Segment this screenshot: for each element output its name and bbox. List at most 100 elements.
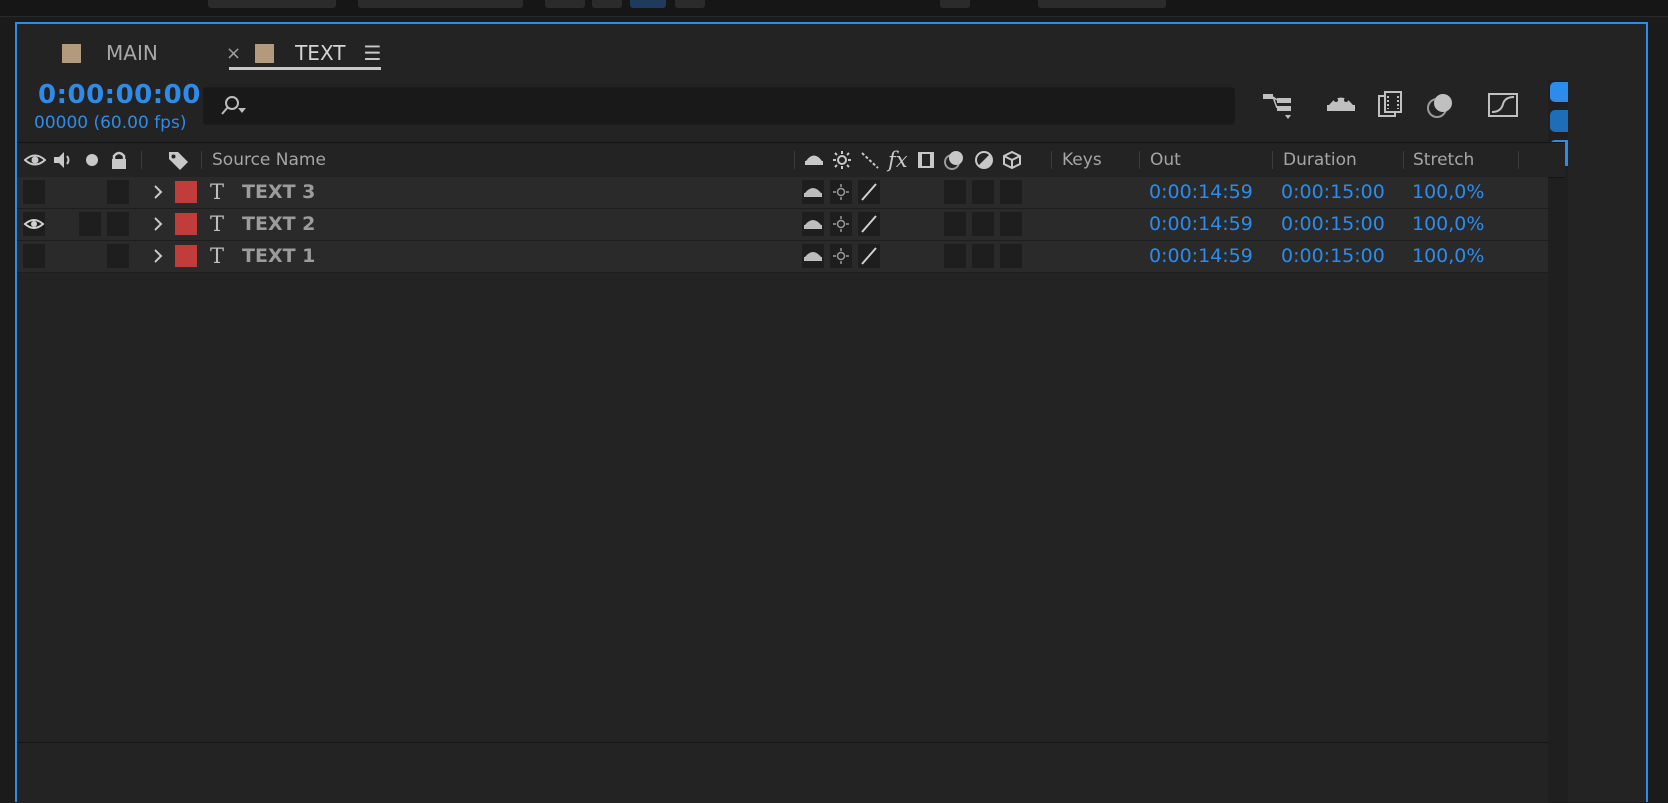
lock-toggle[interactable] (107, 212, 129, 236)
stretch-header[interactable]: Stretch (1413, 143, 1474, 177)
text-layer-icon: T (210, 180, 225, 204)
out-value[interactable]: 0:00:14:59 (1149, 209, 1253, 240)
toolbar-field[interactable] (208, 0, 336, 8)
graph-editor-icon[interactable] (1485, 88, 1521, 122)
video-visibility-toggle[interactable] (23, 212, 45, 236)
toolbar-button[interactable] (630, 0, 666, 8)
toolbar-button[interactable] (675, 0, 705, 8)
video-visibility-toggle[interactable] (23, 180, 45, 204)
lock-toggle[interactable] (107, 244, 129, 268)
composition-icon (62, 43, 81, 63)
adjustment-switch[interactable] (972, 212, 994, 236)
eye-icon (23, 219, 45, 229)
toolbar-button[interactable] (545, 0, 585, 8)
label-color-swatch[interactable] (175, 181, 197, 203)
close-icon[interactable]: × (226, 43, 241, 64)
out-value[interactable]: 0:00:14:59 (1149, 241, 1253, 272)
3d-layer-icon[interactable] (1001, 150, 1023, 170)
toolbar-field[interactable] (358, 0, 523, 8)
duration-value[interactable]: 0:00:15:00 (1281, 177, 1385, 208)
column-divider (201, 151, 202, 169)
motion-blur-icon[interactable] (1423, 88, 1459, 122)
lock-icon[interactable] (108, 150, 130, 170)
quality-switch[interactable] (858, 244, 880, 268)
layer-name[interactable]: TEXT 2 (242, 209, 315, 240)
chevron-right-icon[interactable] (151, 247, 165, 265)
video-visibility-toggle[interactable] (23, 244, 45, 268)
shy-switch[interactable] (802, 212, 824, 236)
collapse-switch[interactable] (830, 244, 852, 268)
shy-switch-icon (804, 188, 822, 197)
quality-switch[interactable] (858, 212, 880, 236)
tab-text[interactable]: × TEXT ☰ (226, 36, 381, 70)
layer-name[interactable]: TEXT 3 (242, 177, 315, 208)
label-tag-icon[interactable] (167, 150, 189, 170)
top-toolbar-strip (0, 0, 1668, 17)
layer-name[interactable]: TEXT 1 (242, 241, 315, 272)
collapse-transform-icon (833, 184, 849, 200)
source-name-header[interactable]: Source Name (212, 143, 326, 177)
out-value[interactable]: 0:00:14:59 (1149, 177, 1253, 208)
motion-blur-switch[interactable] (944, 244, 966, 268)
3d-switch[interactable] (1000, 212, 1022, 236)
label-color-swatch[interactable] (175, 213, 197, 235)
adjustment-switch[interactable] (972, 180, 994, 204)
current-time-display[interactable]: 0:00:00:00 (38, 80, 201, 110)
lock-toggle[interactable] (107, 180, 129, 204)
duration-value[interactable]: 0:00:15:00 (1281, 209, 1385, 240)
toolbar-button[interactable] (592, 0, 622, 8)
collapse-switch[interactable] (830, 180, 852, 204)
timeline-footer (17, 742, 1548, 803)
stretch-value[interactable]: 100,0% (1412, 177, 1484, 208)
toolbar-field[interactable] (1038, 0, 1166, 8)
duration-value[interactable]: 0:00:15:00 (1281, 241, 1385, 272)
composition-flowchart-icon[interactable] (1261, 88, 1297, 122)
label-color-swatch[interactable] (175, 245, 197, 267)
column-divider (1518, 151, 1519, 169)
shy-switch[interactable] (802, 180, 824, 204)
layer-search-field[interactable] (203, 87, 1235, 125)
audio-icon[interactable] (52, 150, 74, 170)
tab-main[interactable]: MAIN (62, 36, 158, 70)
stretch-value[interactable]: 100,0% (1412, 241, 1484, 272)
motion-blur-switch[interactable] (944, 180, 966, 204)
collapse-switch[interactable] (830, 212, 852, 236)
column-divider (1139, 151, 1140, 169)
stretch-value[interactable]: 100,0% (1412, 209, 1484, 240)
quality-slash-icon (861, 183, 877, 201)
layer-row[interactable]: T TEXT 3 0:00:14:59 0:00:15:00 100,0% (17, 177, 1548, 209)
work-area-start-handle[interactable] (1550, 82, 1568, 102)
video-visibility-icon[interactable] (24, 150, 46, 170)
panel-menu-icon[interactable]: ☰ (364, 41, 382, 65)
panel-tabs: MAIN × TEXT ☰ (17, 24, 1646, 80)
tab-label: TEXT (295, 41, 346, 65)
frame-blending-switch-icon[interactable] (915, 150, 937, 170)
motion-blur-switch-icon[interactable] (943, 150, 965, 170)
solo-toggle[interactable] (79, 212, 101, 236)
shy-layers-icon[interactable] (1323, 88, 1359, 122)
keys-header[interactable]: Keys (1062, 143, 1102, 177)
frame-blending-icon[interactable] (1373, 88, 1409, 122)
solo-icon[interactable] (81, 150, 103, 170)
layer-row[interactable]: T TEXT 2 0:00:14:59 0:00:15:00 100,0% (17, 209, 1548, 241)
3d-switch[interactable] (1000, 244, 1022, 268)
adjustment-layer-icon[interactable] (973, 150, 995, 170)
shy-switch-icon[interactable] (803, 150, 825, 170)
collapse-transform-icon[interactable] (831, 150, 853, 170)
out-header[interactable]: Out (1150, 143, 1181, 177)
quality-switch[interactable] (858, 180, 880, 204)
shy-switch[interactable] (802, 244, 824, 268)
chevron-right-icon[interactable] (151, 215, 165, 233)
adjustment-switch[interactable] (972, 244, 994, 268)
current-time-indicator[interactable] (1550, 110, 1568, 132)
duration-header[interactable]: Duration (1283, 143, 1357, 177)
effects-fx-icon[interactable]: fx (888, 143, 908, 177)
quality-slash-icon (861, 215, 877, 233)
3d-switch[interactable] (1000, 180, 1022, 204)
toolbar-button[interactable] (940, 0, 970, 8)
layer-row[interactable]: T TEXT 1 0:00:14:59 0:00:15:00 100,0% (17, 241, 1548, 273)
chevron-right-icon[interactable] (151, 183, 165, 201)
timeline-ruler-strip[interactable] (1548, 80, 1568, 802)
motion-blur-switch[interactable] (944, 212, 966, 236)
quality-icon[interactable] (859, 150, 881, 170)
